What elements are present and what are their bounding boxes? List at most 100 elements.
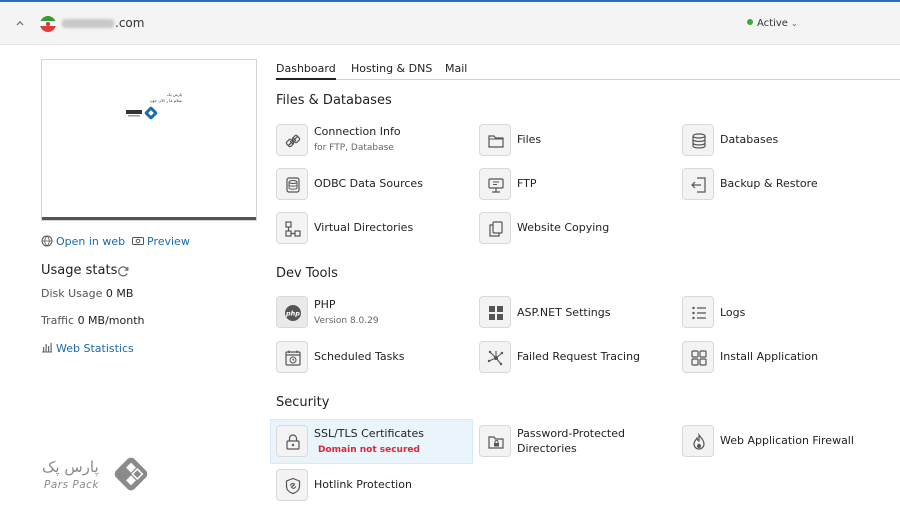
open-in-web-label: Open in web bbox=[56, 235, 126, 248]
domain-suffix: .com bbox=[115, 16, 145, 30]
tool-failed-request-tracing[interactable]: Failed Request Tracing bbox=[479, 339, 659, 379]
firewall-icon bbox=[682, 425, 714, 457]
tool-label: Connection Info bbox=[314, 125, 401, 138]
tool-label: Web Application Firewall bbox=[720, 434, 854, 447]
tool-password-protected-directories[interactable]: Password-Protected Directories bbox=[479, 423, 659, 463]
backup-icon bbox=[682, 168, 714, 200]
brand-name: Pars Pack bbox=[44, 479, 99, 491]
tool-web-application-firewall[interactable]: Web Application Firewall bbox=[682, 423, 862, 463]
tool-logs[interactable]: Logs bbox=[682, 294, 862, 334]
open-in-web-link[interactable]: Open in web bbox=[41, 235, 125, 248]
web-statistics-label: Web Statistics bbox=[56, 342, 134, 355]
hotlink-icon bbox=[276, 469, 308, 501]
domain-header: .com Active ⌄ bbox=[0, 2, 900, 45]
tracing-icon bbox=[479, 341, 511, 373]
tool-website-copying[interactable]: Website Copying bbox=[479, 210, 659, 250]
domain-favicon bbox=[40, 16, 56, 32]
tool-label: Website Copying bbox=[517, 221, 610, 234]
tool-hotlink-protection[interactable]: Hotlink Protection bbox=[276, 467, 456, 507]
globe-icon bbox=[41, 235, 53, 247]
tool-ssl-tls-certificates[interactable]: SSL/TLS Certificates Domain not secured bbox=[276, 423, 466, 463]
domain-name[interactable]: .com bbox=[62, 16, 144, 30]
tool-label: Install Application bbox=[720, 350, 819, 363]
tool-label: Logs bbox=[720, 306, 746, 319]
tool-label: Virtual Directories bbox=[314, 221, 414, 234]
domain-not-secured-warning: Domain not secured bbox=[318, 445, 420, 455]
disk-usage-label: Disk Usage bbox=[41, 287, 103, 300]
status-dropdown[interactable]: Active ⌄ bbox=[747, 18, 798, 29]
chevron-up-icon[interactable] bbox=[14, 17, 26, 29]
status-dot bbox=[747, 19, 753, 25]
password-folder-icon bbox=[479, 425, 511, 457]
tool-label-line2: Directories bbox=[517, 442, 577, 455]
install-app-icon bbox=[682, 341, 714, 373]
traffic: Traffic 0 MB/month bbox=[41, 314, 145, 327]
virtual-directories-icon bbox=[276, 212, 308, 244]
brand-name-fa: پارس پک bbox=[42, 458, 99, 477]
tool-backup-restore[interactable]: Backup & Restore bbox=[682, 166, 862, 206]
tool-label: SSL/TLS Certificates bbox=[314, 427, 424, 440]
web-statistics-link[interactable]: Web Statistics bbox=[41, 342, 134, 355]
thumbnail-logo-icon bbox=[126, 106, 158, 120]
thumbnail-text-line2: سلام ما ر الان جون bbox=[149, 98, 182, 103]
bar-chart-icon bbox=[42, 343, 52, 353]
redacted-domain bbox=[62, 19, 114, 28]
tool-label: Scheduled Tasks bbox=[314, 350, 405, 363]
scheduled-tasks-icon bbox=[276, 341, 308, 373]
tab-bar: Dashboard Hosting & DNS Mail bbox=[275, 60, 900, 80]
tab-dashboard[interactable]: Dashboard bbox=[276, 62, 336, 80]
section-title-files-databases: Files & Databases bbox=[276, 93, 392, 108]
status-label: Active bbox=[757, 18, 788, 29]
tab-mail[interactable]: Mail bbox=[445, 62, 467, 80]
tool-label: Password-Protected bbox=[517, 427, 625, 440]
thumbnail-footer-bar bbox=[42, 217, 256, 220]
tool-label: Hotlink Protection bbox=[314, 478, 412, 491]
svg-text:php: php bbox=[285, 310, 300, 318]
preview-link[interactable]: Preview bbox=[132, 235, 190, 248]
tool-connection-info[interactable]: Connection Info for FTP, Database bbox=[276, 122, 456, 162]
logs-icon bbox=[682, 296, 714, 328]
section-title-dev-tools: Dev Tools bbox=[276, 266, 338, 281]
connection-icon bbox=[276, 124, 308, 156]
tool-sublabel: for FTP, Database bbox=[314, 143, 394, 153]
copy-icon bbox=[479, 212, 511, 244]
traffic-value: 0 MB/month bbox=[77, 314, 145, 327]
section-title-security: Security bbox=[276, 395, 330, 410]
thumbnail-text-line1: پارس پک bbox=[166, 92, 182, 97]
tool-label: ODBC Data Sources bbox=[314, 177, 423, 190]
tool-php[interactable]: php PHP Version 8.0.29 bbox=[276, 294, 456, 334]
site-preview-thumbnail[interactable]: پارس پک سلام ما ر الان جون bbox=[41, 59, 257, 221]
tool-ftp[interactable]: FTP bbox=[479, 166, 659, 206]
ftp-icon bbox=[479, 168, 511, 200]
tool-scheduled-tasks[interactable]: Scheduled Tasks bbox=[276, 339, 456, 379]
thumbnail-text: پارس پک سلام ما ر الان جون bbox=[122, 92, 182, 104]
tab-hosting-dns[interactable]: Hosting & DNS bbox=[351, 62, 432, 80]
odbc-icon bbox=[276, 168, 308, 200]
tool-label: ASP.NET Settings bbox=[517, 306, 611, 319]
tool-databases[interactable]: Databases bbox=[682, 122, 862, 162]
tool-files[interactable]: Files bbox=[479, 122, 659, 162]
refresh-icon[interactable] bbox=[117, 265, 130, 278]
tool-sublabel: Version 8.0.29 bbox=[314, 316, 379, 326]
tool-label: FTP bbox=[517, 177, 537, 190]
aspnet-icon bbox=[479, 296, 511, 328]
tool-aspnet-settings[interactable]: ASP.NET Settings bbox=[479, 294, 659, 334]
folder-icon bbox=[479, 124, 511, 156]
database-icon bbox=[682, 124, 714, 156]
chevron-down-icon: ⌄ bbox=[790, 19, 798, 28]
tool-label: PHP bbox=[314, 298, 336, 311]
tool-label: Files bbox=[517, 133, 542, 146]
usage-stats-title: Usage stats bbox=[41, 263, 118, 278]
tool-label: Failed Request Tracing bbox=[517, 350, 641, 363]
tool-virtual-directories[interactable]: Virtual Directories bbox=[276, 210, 456, 250]
disk-usage: Disk Usage 0 MB bbox=[41, 287, 133, 300]
disk-usage-value: 0 MB bbox=[105, 287, 134, 300]
ssl-lock-icon bbox=[276, 425, 308, 457]
php-icon: php bbox=[276, 296, 308, 328]
tool-install-application[interactable]: Install Application bbox=[682, 339, 862, 379]
tool-odbc-data-sources[interactable]: ODBC Data Sources bbox=[276, 166, 456, 206]
parspack-logo: پارس پک Pars Pack bbox=[42, 457, 148, 491]
traffic-label: Traffic bbox=[41, 314, 75, 327]
tool-label: Databases bbox=[720, 133, 779, 146]
preview-eye-icon bbox=[132, 237, 144, 245]
